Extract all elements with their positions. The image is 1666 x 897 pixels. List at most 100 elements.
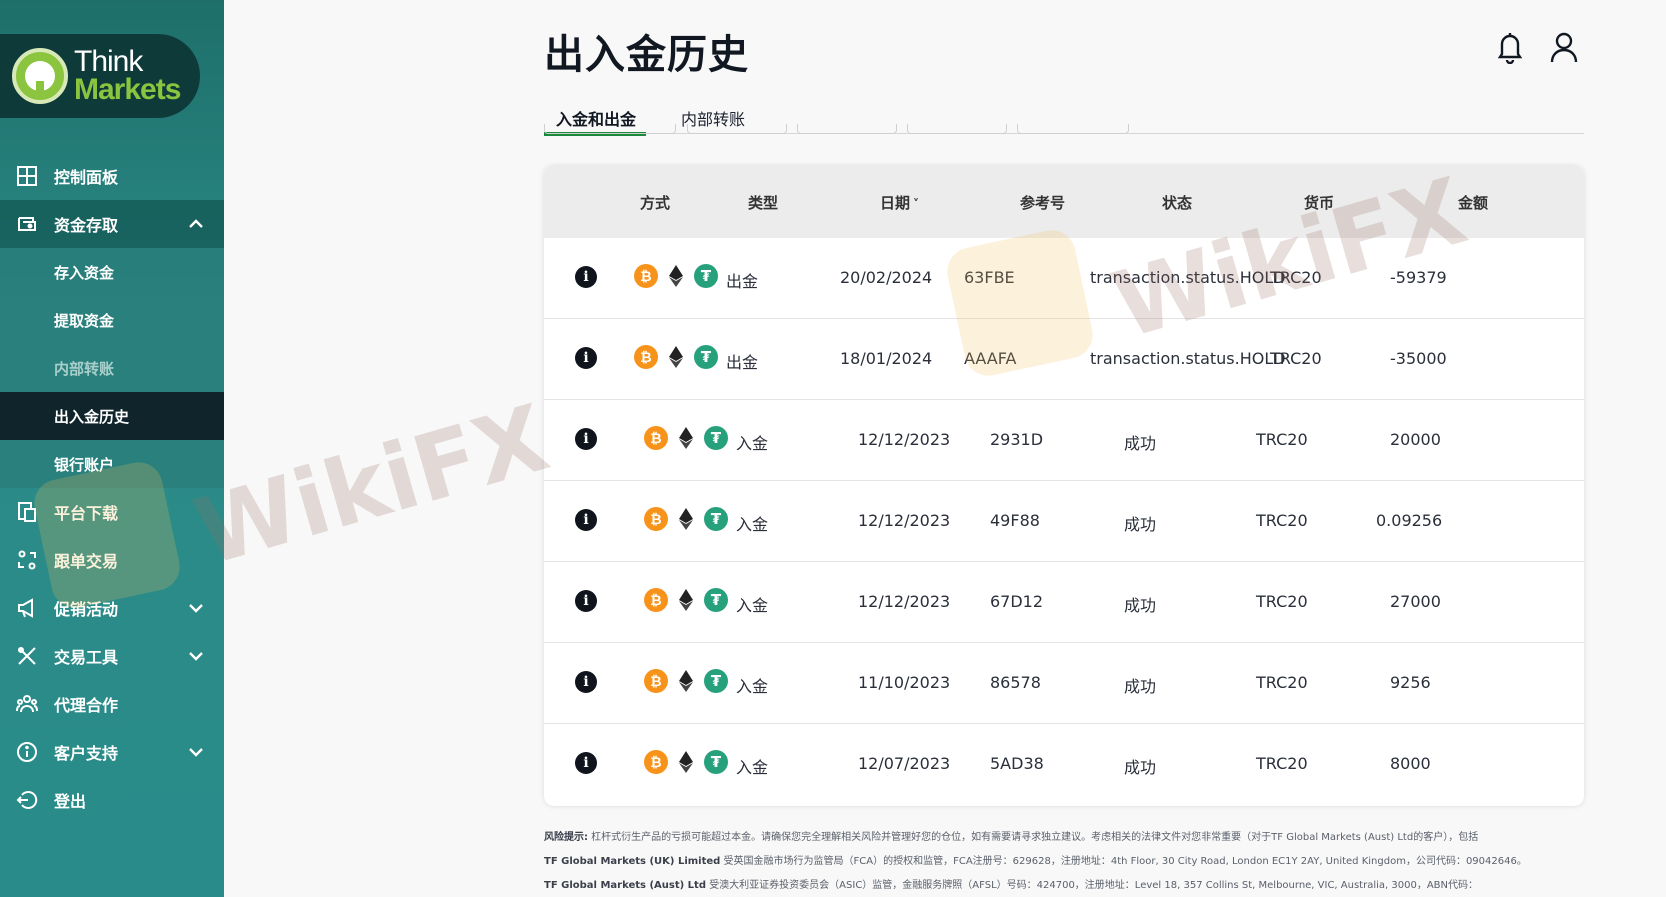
tab-outline — [687, 124, 787, 134]
tether-icon: ₮ — [704, 426, 728, 450]
sidebar-subitem-bank-accounts[interactable]: 银行账户 — [0, 440, 224, 488]
sidebar-subitem-withdraw[interactable]: 提取资金 — [0, 296, 224, 344]
bitcoin-icon: ₿ — [644, 669, 668, 693]
column-header-method: 方式 — [640, 194, 671, 212]
table-row: i ₿ ₮ 出金 18/01/2024 AAAFA transaction.status.H… — [544, 319, 1584, 400]
table-row: i ₿ ₮ 入金 12/12/2023 49F88 成功 TRC20 0.09256 — [544, 481, 1584, 562]
bitcoin-icon: ₿ — [634, 264, 658, 288]
cell-reference: 2931D — [990, 430, 1044, 449]
sidebar-item-partnership[interactable]: 代理合作 — [0, 680, 224, 728]
sidebar-subitem-internal-transfer[interactable]: 内部转账 — [0, 344, 224, 392]
sidebar-item-dashboard[interactable]: 控制面板 — [0, 152, 224, 200]
sidebar-item-trading-tools[interactable]: 交易工具 — [0, 632, 224, 680]
cell-date: 20/02/2024 — [840, 268, 933, 287]
cell-reference: 86578 — [990, 673, 1041, 692]
ethereum-icon — [668, 264, 684, 288]
watermark: WikiFX — [184, 384, 560, 587]
cell-date: 12/12/2023 — [858, 430, 951, 449]
sidebar-item-label: 平台下载 — [54, 504, 119, 523]
info-icon[interactable]: i — [575, 509, 597, 531]
cell-status: 成功 — [1124, 515, 1157, 534]
sidebar: Think Markets 控制面板 资金存取 存入资金 提取资金 内部转账 出… — [0, 0, 224, 897]
cell-currency: TRC20 — [1270, 268, 1322, 287]
sidebar-item-platform-download[interactable]: 平台下载 — [0, 488, 224, 536]
tab-outline — [797, 124, 897, 134]
cell-date: 12/07/2023 — [858, 754, 951, 773]
chevron-down-icon[interactable] — [186, 646, 206, 666]
info-icon[interactable]: i — [575, 752, 597, 774]
transactions-table: 方式 类型 日期 ˅ 参考号 状态 货币 金额 i ₿ ₮ 出金 20/02/2024 63… — [544, 166, 1584, 806]
sort-chevron-icon[interactable]: ˅ — [913, 197, 919, 211]
cell-currency: TRC20 — [1270, 349, 1322, 368]
thinkmarkets-logo[interactable]: Think Markets — [0, 34, 200, 118]
column-header-date[interactable]: 日期 ˅ — [880, 192, 919, 213]
sidebar-item-funds[interactable]: 资金存取 — [0, 200, 224, 248]
cell-reference: AAAFA — [964, 349, 1017, 368]
table-row: i ₿ ₮ 入金 12/07/2023 5AD38 成功 TRC20 8000 — [544, 724, 1584, 805]
cell-status: 成功 — [1124, 596, 1157, 615]
lightbulb-logo-icon — [12, 48, 68, 104]
logout-icon — [16, 789, 38, 811]
info-circle-icon — [16, 741, 38, 763]
sidebar-item-label: 客户支持 — [54, 744, 119, 763]
bell-icon[interactable] — [1494, 30, 1526, 64]
cell-status: 成功 — [1124, 758, 1157, 777]
column-header-amount: 金额 — [1458, 194, 1489, 212]
sidebar-subitem-history[interactable]: 出入金历史 — [0, 392, 224, 440]
people-icon — [16, 693, 38, 715]
table-header: 方式 类型 日期 ˅ 参考号 状态 货币 金额 — [544, 166, 1584, 238]
sidebar-item-copy-trading[interactable]: 跟单交易 — [0, 536, 224, 584]
tether-icon: ₮ — [694, 264, 718, 288]
ethereum-icon — [678, 750, 694, 774]
dashboard-icon — [16, 165, 38, 187]
chevron-down-icon[interactable] — [186, 598, 206, 618]
sidebar-item-logout[interactable]: 登出 — [0, 776, 224, 824]
ethereum-icon — [678, 507, 694, 531]
cell-reference: 63FBE — [964, 268, 1015, 287]
bitcoin-icon: ₿ — [644, 588, 668, 612]
disclaimer-line: TF Global Markets (Aust) Ltd 受澳大利亚证券投资委员… — [544, 880, 1479, 891]
cell-amount: -35000 — [1390, 349, 1447, 368]
cell-type: 入金 — [736, 434, 769, 453]
sidebar-item-label: 资金存取 — [54, 216, 119, 235]
sidebar-item-promotions[interactable]: 促销活动 — [0, 584, 224, 632]
sidebar-subitem-deposit[interactable]: 存入资金 — [0, 248, 224, 296]
cell-status: transaction.status.HOLD — [1090, 268, 1286, 287]
cell-amount: 20000 — [1390, 430, 1441, 449]
cell-type: 入金 — [736, 596, 769, 615]
column-header-reference: 参考号 — [1020, 194, 1066, 212]
sidebar-item-label: 登出 — [54, 792, 87, 811]
tools-icon — [16, 645, 38, 667]
table-row: i ₿ ₮ 入金 12/12/2023 67D12 成功 TRC20 27000 — [544, 562, 1584, 643]
info-icon[interactable]: i — [575, 347, 597, 369]
tether-icon: ₮ — [704, 588, 728, 612]
cell-status: transaction.status.HOLD — [1090, 349, 1286, 368]
sidebar-item-support[interactable]: 客户支持 — [0, 728, 224, 776]
disclaimer-line: 风险提示: 杠杆式衍生产品的亏损可能超过本金。请确保您完全理解相关风险并管理好您… — [544, 832, 1479, 843]
info-icon[interactable]: i — [575, 590, 597, 612]
table-body: i ₿ ₮ 出金 20/02/2024 63FBE transaction.status.H… — [544, 238, 1584, 805]
user-icon[interactable] — [1548, 30, 1580, 64]
cell-currency: TRC20 — [1256, 511, 1308, 530]
info-icon[interactable]: i — [575, 428, 597, 450]
chevron-up-icon[interactable] — [186, 214, 206, 234]
table-row: i ₿ ₮ 出金 20/02/2024 63FBE transaction.status.H… — [544, 238, 1584, 319]
ethereum-icon — [678, 426, 694, 450]
risk-disclaimer: 风险提示: 杠杆式衍生产品的亏损可能超过本金。请确保您完全理解相关风险并管理好您… — [544, 826, 1544, 897]
cell-amount: 8000 — [1390, 754, 1431, 773]
info-icon[interactable]: i — [575, 266, 597, 288]
payment-method-icons: ₿ ₮ — [644, 426, 728, 450]
cell-date: 11/10/2023 — [858, 673, 951, 692]
column-header-currency: 货币 — [1304, 194, 1335, 212]
cell-amount: 0.09256 — [1376, 511, 1443, 530]
chevron-down-icon[interactable] — [186, 742, 206, 762]
column-header-status: 状态 — [1162, 194, 1193, 212]
wallet-icon — [16, 213, 38, 235]
table-row: i ₿ ₮ 入金 11/10/2023 86578 成功 TRC20 9256 — [544, 643, 1584, 724]
ethereum-icon — [668, 345, 684, 369]
page-title: 出入金历史 — [544, 32, 749, 78]
table-row: i ₿ ₮ 入金 12/12/2023 2931D 成功 TRC20 20000 — [544, 400, 1584, 481]
info-icon[interactable]: i — [575, 671, 597, 693]
copy-trading-icon — [16, 549, 38, 571]
tab-outline — [1017, 124, 1129, 134]
